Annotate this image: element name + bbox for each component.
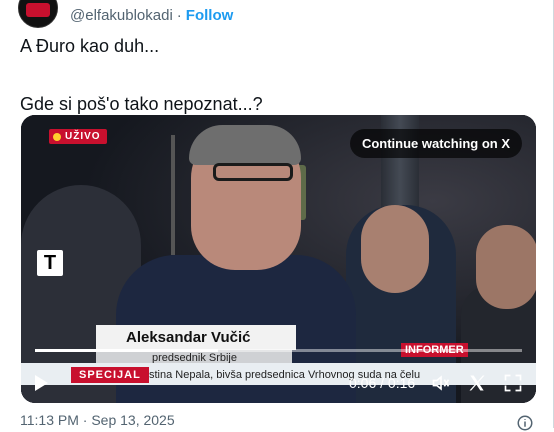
lower-third: Aleksandar Vučić predsednik Srbije (96, 325, 296, 366)
main-person-hair (189, 125, 301, 165)
video-controls: 0:06 / 0:16 (21, 363, 536, 403)
live-dot-icon (53, 132, 61, 141)
background-person-head (361, 205, 429, 293)
progress-fill (35, 349, 218, 352)
play-icon[interactable] (35, 375, 48, 391)
live-badge: UŽIVO (49, 129, 107, 144)
fullscreen-icon[interactable] (503, 373, 523, 393)
tweet-footer: 11:13 PM · Sep 13, 2025 (20, 412, 540, 432)
tweet-text-line-2: Gde si poš'o tako nepoznat...? (20, 94, 263, 114)
continue-watching-button[interactable]: Continue watching on X (349, 129, 522, 158)
video-player[interactable]: UŽIVO T Continue watching on X Aleksanda… (21, 115, 536, 403)
tweet-text: A Đuro kao duh... Gde si poš'o tako nepo… (20, 34, 263, 116)
timestamp[interactable]: 11:13 PM · Sep 13, 2025 (20, 412, 175, 432)
lower-third-name: Aleksandar Vučić (96, 325, 296, 350)
tweet-header: @elfakublokadi · Follow (18, 0, 233, 28)
main-person-glasses (213, 163, 293, 181)
background-pole (171, 135, 175, 255)
info-icon[interactable] (516, 414, 534, 432)
background-person-head (476, 225, 536, 309)
volume-icon[interactable] (431, 373, 451, 393)
avatar[interactable] (18, 0, 58, 28)
x-logo-icon[interactable] (467, 373, 487, 393)
time-display: 0:06 / 0:16 (349, 375, 416, 391)
follow-button[interactable]: Follow (186, 7, 234, 24)
separator-dot: · (176, 6, 182, 24)
tweet-text-line-1: A Đuro kao duh... (20, 36, 160, 56)
user-handle[interactable]: @elfakublokadi (70, 7, 173, 24)
tweet-card: @elfakublokadi · Follow A Đuro kao duh..… (0, 0, 554, 431)
progress-bar[interactable] (35, 349, 522, 352)
handle-row: @elfakublokadi · Follow (70, 7, 233, 24)
avatar-logo (26, 3, 50, 17)
live-label: UŽIVO (65, 131, 101, 142)
channel-logo: T (37, 250, 63, 276)
